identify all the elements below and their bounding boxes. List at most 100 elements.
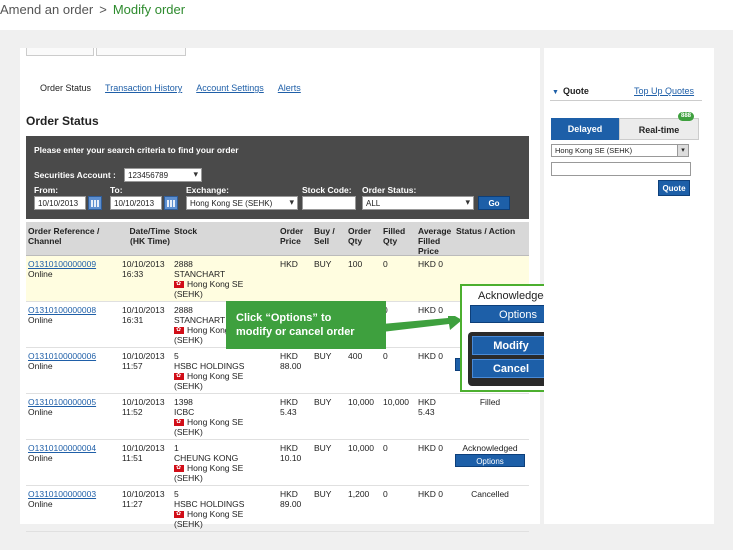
to-date-value: 10/10/2013: [114, 199, 155, 208]
stock-code-input[interactable]: [302, 196, 356, 210]
quote-heading: ▼ Quote: [552, 86, 589, 96]
time: 16:33: [122, 269, 144, 279]
popup-status: Acknowledged: [478, 290, 550, 302]
account-value: 123456789: [128, 171, 169, 180]
quote-button[interactable]: Quote: [658, 180, 690, 196]
order-ref-link[interactable]: O1310100000003: [28, 489, 96, 499]
subnav-order-status[interactable]: Order Status: [40, 83, 91, 93]
to-date-input[interactable]: 10/10/2013: [110, 196, 162, 210]
exchange: Hong Kong SE: [174, 371, 244, 381]
modify-button[interactable]: Modify: [472, 336, 550, 355]
exchange-code: (SEHK): [174, 473, 203, 483]
hong-kong-flag-icon: [174, 325, 184, 335]
stock-name: CHEUNG KONG: [174, 453, 239, 463]
order-ref-link[interactable]: O1310100000005: [28, 397, 96, 407]
calendar-icon[interactable]: [164, 196, 178, 210]
date: 10/10/2013: [122, 397, 165, 407]
exchange: Hong Kong SE: [174, 463, 243, 473]
top-tab[interactable]: [26, 48, 94, 56]
go-button[interactable]: Go: [478, 196, 510, 210]
order-ref-link[interactable]: O1310100000009: [28, 259, 96, 269]
channel: Online: [28, 407, 53, 417]
time: 11:52: [122, 407, 143, 417]
status-text: Filled: [479, 397, 501, 407]
channel: Online: [28, 269, 53, 279]
order-ref-cell: O1310100000005 Online: [28, 397, 96, 417]
table-row: O1310100000003 Online 10/10/2013 11:27 5 HSBC…: [26, 486, 529, 532]
breadcrumb-parent[interactable]: Amend an order: [0, 2, 93, 17]
subnav-account-settings[interactable]: Account Settings: [196, 83, 264, 93]
avg-cell: HKD 0: [418, 305, 444, 315]
stock-name: HSBC HOLDINGS: [174, 499, 245, 509]
exchange-value: Hong Kong SE (SEHK): [190, 199, 273, 208]
stock-name: ICBC: [174, 407, 195, 417]
exchange-select[interactable]: Hong Kong SE (SEHK): [186, 196, 298, 210]
channel: Online: [28, 499, 53, 509]
order-status-select[interactable]: ALL: [362, 196, 474, 210]
account-select[interactable]: 123456789: [124, 168, 202, 182]
tab-realtime[interactable]: Real-time: [619, 118, 699, 140]
col-qty: Order Qty: [348, 226, 372, 246]
callout-line-2: modify or cancel order: [236, 326, 355, 338]
calendar-icon[interactable]: [88, 196, 102, 210]
time: 11:57: [122, 361, 143, 371]
tab-delayed[interactable]: Delayed: [551, 118, 619, 140]
status-cell: Cancelled: [454, 489, 526, 499]
order-status-value: ALL: [366, 199, 381, 208]
subnav-transaction-history[interactable]: Transaction History: [105, 83, 182, 93]
table-row: O1310100000006 Online 10/10/2013 11:57 5 HSBC…: [26, 348, 529, 394]
qty-cell: 400: [348, 351, 363, 361]
table-row: O1310100000009 Online 10/10/2013 16:33 2888 S…: [26, 256, 529, 302]
avg-cell: HKD 0: [418, 489, 444, 499]
top-tab[interactable]: [96, 48, 186, 56]
date: 10/10/2013: [122, 351, 165, 361]
table-row: O1310100000004 Online 10/10/2013 11:51 1 CHEU…: [26, 440, 529, 486]
status-text: Cancelled: [471, 489, 509, 499]
quote-badge: 888: [678, 112, 695, 121]
side-cell: BUY: [314, 259, 332, 269]
subnav-alerts[interactable]: Alerts: [278, 83, 301, 93]
col-ref: Order Reference / Channel: [28, 226, 100, 246]
search-panel: Please enter your search criteria to fin…: [26, 136, 529, 219]
page-shell: Order Status Transaction History Account…: [0, 30, 733, 550]
order-ref-cell: O1310100000003 Online: [28, 489, 96, 509]
table-body: O1310100000009 Online 10/10/2013 16:33 2888 S…: [26, 256, 529, 532]
quote-exchange-select[interactable]: Hong Kong SE (SEHK) ▾: [551, 144, 689, 157]
exchange-code: (SEHK): [174, 381, 203, 391]
qty-cell: 10,000: [348, 397, 374, 407]
exchange-code: (SEHK): [174, 519, 203, 529]
order-ref-cell: O1310100000008 Online: [28, 305, 96, 325]
status-text: Acknowledged: [462, 443, 518, 453]
avg-cell: HKD 0: [418, 351, 444, 361]
price-cell: HKD 89.00: [280, 489, 302, 509]
order-ref-cell: O1310100000006 Online: [28, 351, 96, 371]
exchange-code: (SEHK): [174, 289, 203, 299]
time: 11:27: [122, 499, 143, 509]
account-label: Securities Account :: [34, 170, 116, 180]
order-ref-link[interactable]: O1310100000004: [28, 443, 96, 453]
order-ref-link[interactable]: O1310100000006: [28, 351, 96, 361]
order-ref-cell: O1310100000009 Online: [28, 259, 96, 279]
from-date-input[interactable]: 10/10/2013: [34, 196, 86, 210]
options-button[interactable]: Options: [455, 454, 525, 467]
col-filled: Filled Qty: [383, 226, 406, 246]
top-up-quotes-link[interactable]: Top Up Quotes: [634, 86, 694, 96]
quote-stock-input[interactable]: [551, 162, 691, 176]
stock-code: 5: [174, 489, 179, 499]
top-tab-strip: [26, 48, 534, 56]
options-menu: Modify Cancel: [468, 332, 554, 386]
date: 10/10/2013: [122, 489, 165, 499]
breadcrumb-separator: >: [99, 2, 107, 17]
chevron-down-icon: ▾: [677, 145, 688, 156]
cancel-button[interactable]: Cancel: [472, 359, 550, 378]
order-ref-link[interactable]: O1310100000008: [28, 305, 96, 315]
avg-cell: HKD 5.43: [418, 397, 436, 417]
col-date: Date/Time (HK Time): [129, 226, 170, 246]
price-cell: HKD 10.10: [280, 443, 302, 463]
filled-cell: 10,000: [383, 397, 409, 407]
channel: Online: [28, 453, 53, 463]
exchange: Hong Kong SE: [174, 417, 243, 427]
time: 16:31: [122, 315, 144, 325]
hong-kong-flag-icon: [174, 509, 184, 519]
stock-cell: 5HSBC HOLDINGSHong Kong SE(SEHK): [174, 489, 244, 529]
